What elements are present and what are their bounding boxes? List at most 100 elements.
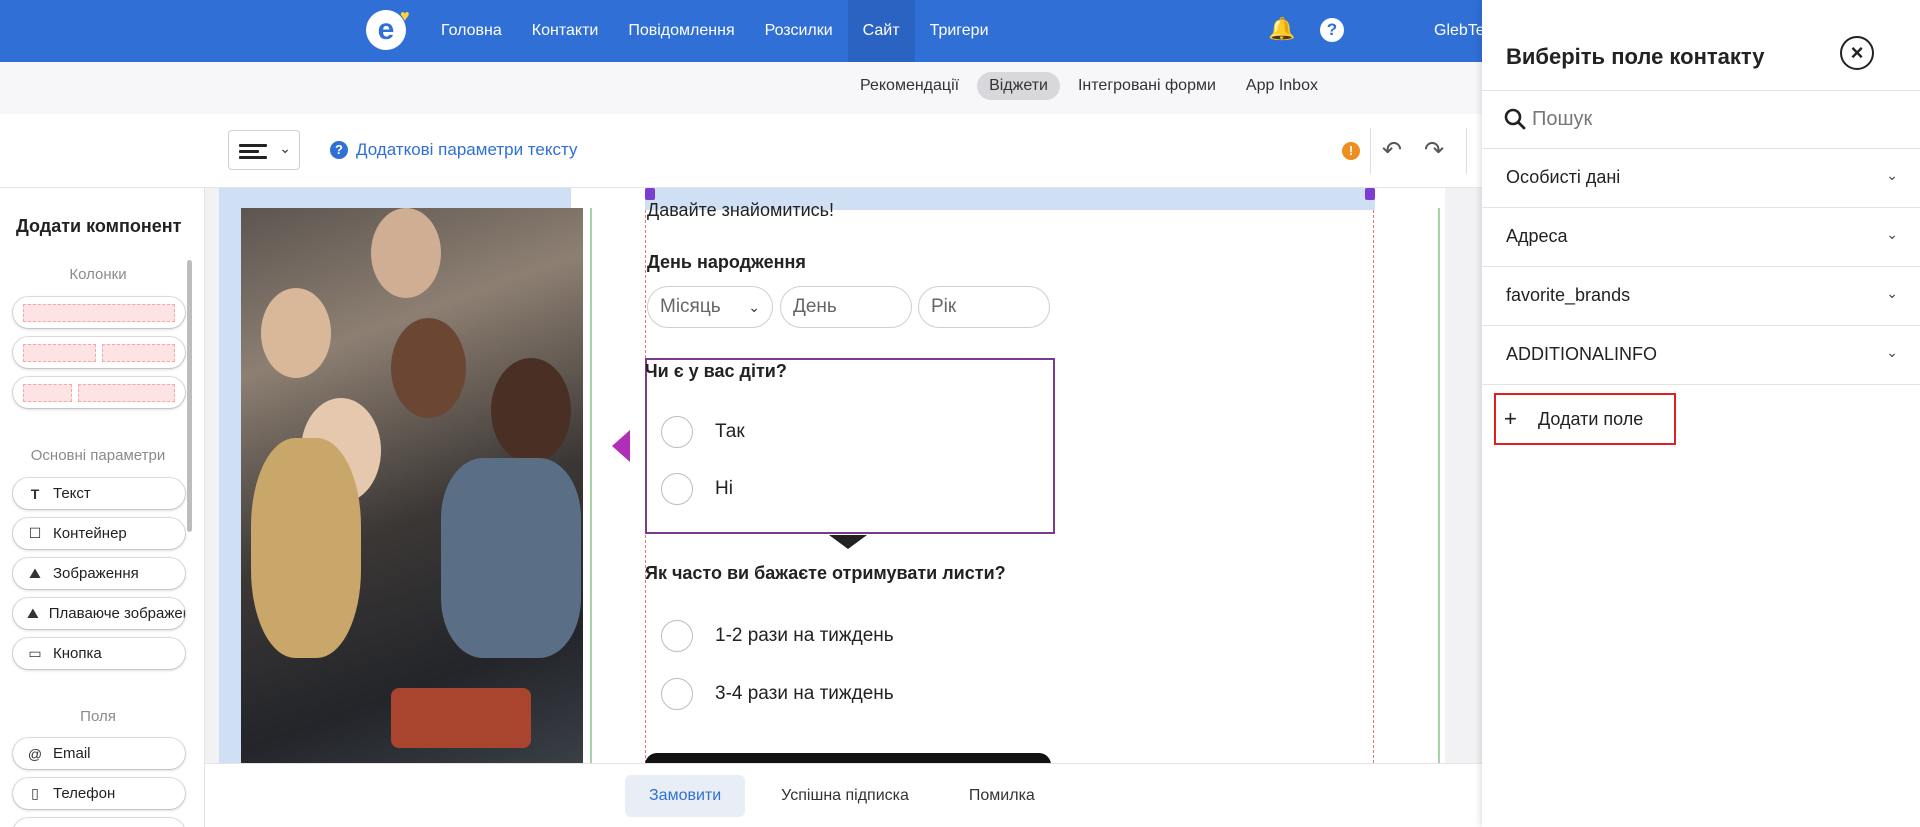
editor-canvas: Давайте знайомитись! День народження Міс… bbox=[205, 188, 1482, 763]
chevron-down-icon: ⌄ bbox=[1886, 167, 1898, 183]
toolbar-divider bbox=[1370, 128, 1371, 174]
sub-navigation: Рекомендації Віджети Інтегровані форми A… bbox=[0, 62, 1482, 114]
nav-item-messages[interactable]: Повідомлення bbox=[613, 0, 749, 62]
close-icon[interactable]: × bbox=[1840, 36, 1874, 70]
sidebar-title: Додати компонент bbox=[16, 216, 182, 236]
photo-shoe bbox=[391, 688, 531, 748]
add-phone-label: Телефон bbox=[53, 785, 116, 802]
day-input[interactable]: День bbox=[780, 286, 912, 328]
add-floating-image-label: Плаваюче зображення bbox=[48, 605, 185, 622]
add-field-label: Додати поле bbox=[1538, 409, 1644, 429]
widget-photo[interactable] bbox=[241, 208, 583, 763]
month-placeholder: Місяць bbox=[660, 296, 721, 317]
group-personal-data[interactable]: Особисті дані ⌄ bbox=[1482, 149, 1920, 207]
tab-success[interactable]: Успішна підписка bbox=[757, 775, 933, 817]
divider bbox=[1482, 90, 1920, 91]
submit-button-partial[interactable] bbox=[645, 753, 1051, 763]
narrow-wide-column-button[interactable] bbox=[13, 377, 185, 408]
radio-yes-label: Так bbox=[715, 421, 745, 442]
nav-menu: Головна Контакти Повідомлення Розсилки С… bbox=[426, 0, 1004, 62]
year-placeholder: Рік bbox=[931, 296, 957, 317]
group-label: Адреса bbox=[1506, 226, 1568, 246]
birthday-label: День народження bbox=[647, 252, 806, 272]
question-icon: ? bbox=[330, 141, 348, 159]
more-text-params-label: Додаткові параметри тексту bbox=[356, 140, 578, 159]
state-tabs-bar: Замовити Успішна підписка Помилка bbox=[205, 763, 1482, 827]
add-field-button[interactable]: + Додати поле bbox=[1494, 393, 1676, 445]
column-divider bbox=[590, 208, 592, 763]
month-select[interactable]: Місяць ⌄ bbox=[647, 286, 773, 328]
floating-image-icon: ⛰ bbox=[27, 605, 39, 621]
move-down-arrow-icon[interactable] bbox=[829, 535, 867, 549]
subnav-integrated-forms[interactable]: Інтегровані форми bbox=[1066, 72, 1228, 100]
radio-freq-2[interactable] bbox=[661, 678, 693, 710]
add-phone-button[interactable]: ▯ Телефон bbox=[13, 778, 185, 809]
move-left-arrow-icon[interactable] bbox=[612, 430, 630, 462]
selected-question-block[interactable] bbox=[645, 358, 1055, 534]
photo-face bbox=[391, 318, 466, 418]
search-icon bbox=[1504, 108, 1526, 130]
column-cell bbox=[23, 343, 96, 362]
warning-icon[interactable]: ! bbox=[1342, 142, 1360, 160]
radio-freq-2-label: 3-4 рази на тиждень bbox=[715, 683, 894, 704]
add-image-button[interactable]: ⛰ Зображення bbox=[13, 558, 185, 589]
add-field-button-partial[interactable] bbox=[13, 818, 185, 827]
plus-icon: + bbox=[1504, 406, 1517, 431]
columns-section-label: Колонки bbox=[69, 266, 127, 283]
nav-item-triggers[interactable]: Тригери bbox=[915, 0, 1004, 62]
day-placeholder: День bbox=[793, 296, 837, 317]
add-floating-image-button[interactable]: ⛰ Плаваюче зображення bbox=[13, 598, 185, 629]
nav-item-contacts[interactable]: Контакти bbox=[517, 0, 614, 62]
basic-section-label: Основні параметри bbox=[30, 447, 166, 464]
nav-item-mailings[interactable]: Розсилки bbox=[750, 0, 848, 62]
help-icon[interactable]: ? bbox=[1320, 18, 1344, 42]
resize-handle[interactable] bbox=[645, 188, 655, 200]
undo-icon[interactable]: ↶ bbox=[1382, 136, 1402, 165]
chevron-down-icon: ⌄ bbox=[1886, 344, 1898, 360]
text-icon: T bbox=[30, 485, 40, 502]
year-input[interactable]: Рік bbox=[918, 286, 1050, 328]
add-button-label: Кнопка bbox=[53, 645, 102, 662]
nav-item-home[interactable]: Головна bbox=[426, 0, 517, 62]
radio-yes[interactable] bbox=[661, 416, 693, 448]
column-cell bbox=[102, 343, 175, 362]
button-icon: ▭ bbox=[28, 645, 42, 661]
subnav-recommendations[interactable]: Рекомендації bbox=[848, 72, 971, 100]
heart-icon: ♥ bbox=[400, 8, 410, 25]
add-container-button[interactable]: ☐ Контейнер bbox=[13, 518, 185, 549]
group-favorite-brands[interactable]: favorite_brands ⌄ bbox=[1482, 267, 1920, 325]
editor-toolbar: ⌄ ? Додаткові параметри тексту ! ↶ ↷ bbox=[0, 114, 1482, 188]
radio-no[interactable] bbox=[661, 473, 693, 505]
one-column-button[interactable] bbox=[13, 297, 185, 328]
sidebar-scrollbar[interactable] bbox=[187, 260, 192, 532]
radio-no-label: Ні bbox=[715, 478, 733, 499]
bell-icon[interactable]: 🔔 bbox=[1268, 16, 1295, 42]
add-button-button[interactable]: ▭ Кнопка bbox=[13, 638, 185, 669]
add-text-button[interactable]: T Текст bbox=[13, 478, 185, 509]
user-name[interactable]: GlebTe bbox=[1434, 0, 1485, 62]
search-input[interactable] bbox=[1532, 100, 1892, 138]
question-children: Чи є у вас діти? bbox=[645, 361, 787, 381]
subnav-widgets[interactable]: Віджети bbox=[977, 72, 1060, 100]
question-frequency: Як часто ви бажаєте отримувати листи? bbox=[645, 563, 1006, 583]
group-label: Особисті дані bbox=[1506, 167, 1621, 187]
form-intro-text[interactable]: Давайте знайомитись! bbox=[647, 200, 834, 221]
group-additionalinfo[interactable]: ADDITIONALINFO ⌄ bbox=[1482, 326, 1920, 384]
column-divider bbox=[1438, 208, 1440, 763]
image-icon: ⛰ bbox=[29, 565, 41, 581]
two-column-button[interactable] bbox=[13, 337, 185, 368]
resize-handle[interactable] bbox=[1365, 188, 1375, 200]
more-text-params-link[interactable]: ? Додаткові параметри тексту bbox=[330, 140, 577, 160]
add-email-button[interactable]: @ Email bbox=[13, 738, 185, 769]
group-address[interactable]: Адреса ⌄ bbox=[1482, 208, 1920, 266]
tab-order[interactable]: Замовити bbox=[625, 775, 746, 817]
group-label: favorite_brands bbox=[1506, 285, 1631, 305]
guide-line bbox=[1373, 210, 1374, 763]
nav-item-site[interactable]: Сайт bbox=[847, 0, 915, 62]
text-align-dropdown[interactable]: ⌄ bbox=[228, 130, 300, 170]
redo-icon[interactable]: ↷ bbox=[1424, 136, 1444, 165]
tab-error[interactable]: Помилка bbox=[945, 775, 1059, 817]
radio-freq-1[interactable] bbox=[661, 620, 693, 652]
subnav-app-inbox[interactable]: App Inbox bbox=[1234, 72, 1330, 100]
chevron-down-icon: ⌄ bbox=[1886, 285, 1898, 301]
